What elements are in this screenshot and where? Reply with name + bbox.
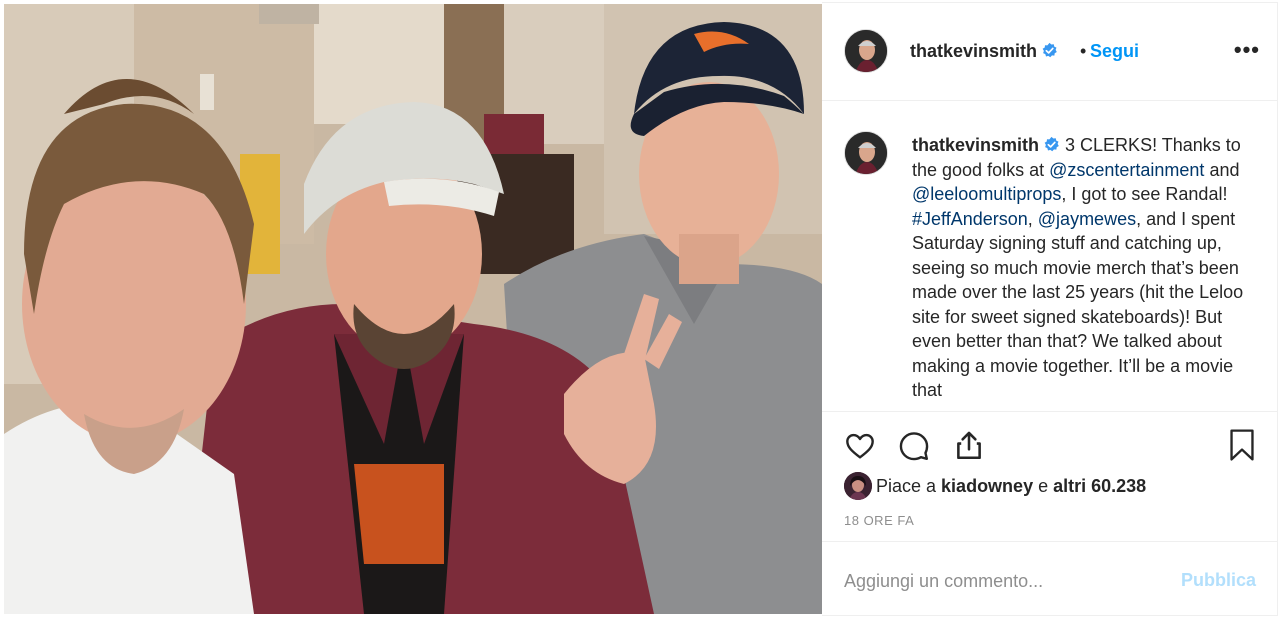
- caption-area: thatkevinsmith 3 CLERKS! Thanks to the g…: [822, 101, 1278, 411]
- likes-prefix: Piace a: [876, 476, 942, 496]
- bookmark-icon[interactable]: [1226, 428, 1258, 462]
- post-timestamp[interactable]: 18 ORE FA: [844, 513, 914, 528]
- post-photo[interactable]: [4, 4, 822, 614]
- caption-text-8: , and I spent Saturday signing stuff and…: [912, 208, 1244, 401]
- avatar-image: [845, 30, 887, 72]
- comment-icon[interactable]: [898, 430, 930, 462]
- separator-dot: •: [1080, 41, 1087, 61]
- verified-badge-icon: [1044, 136, 1059, 152]
- heart-icon[interactable]: [844, 430, 876, 462]
- publish-button[interactable]: Pubblica: [1181, 570, 1256, 591]
- post-header: thatkevinsmith • Segui •••: [822, 3, 1278, 101]
- post-caption: thatkevinsmith 3 CLERKS! Thanks to the g…: [912, 133, 1262, 403]
- mention-link[interactable]: @jaymewes: [1038, 209, 1136, 229]
- comment-input[interactable]: [844, 568, 1164, 594]
- caption-text-2: and: [1204, 159, 1240, 180]
- caption-avatar[interactable]: [844, 131, 888, 175]
- liker-avatar-image: [844, 472, 872, 500]
- profile-avatar[interactable]: [844, 29, 888, 73]
- selfie-image: [4, 4, 822, 614]
- liker-avatar[interactable]: [844, 472, 872, 500]
- follow-button[interactable]: Segui: [1090, 41, 1139, 62]
- likes-count-link[interactable]: altri 60.238: [1053, 476, 1146, 496]
- header-username[interactable]: thatkevinsmith: [910, 41, 1058, 62]
- verified-badge-icon: [1042, 42, 1057, 58]
- post-actions: Piace a kiadowney e altri 60.238 18 ORE …: [822, 411, 1278, 543]
- more-options-icon[interactable]: •••: [1234, 37, 1260, 63]
- share-icon[interactable]: [952, 428, 986, 462]
- post-side-panel: thatkevinsmith • Segui ••• thatkevinsmit…: [822, 2, 1278, 616]
- caption-text-4: , I got to see Randal!: [1061, 184, 1228, 204]
- mention-link[interactable]: @zscentertainment: [1049, 160, 1204, 180]
- hashtag-link[interactable]: #JeffAnderson: [912, 209, 1028, 229]
- caption-text-6: ,: [1027, 208, 1038, 229]
- likes-text: Piace a kiadowney e altri 60.238: [876, 476, 1146, 497]
- caption-username[interactable]: thatkevinsmith: [912, 135, 1060, 155]
- avatar-image: [845, 132, 887, 174]
- header-username-text[interactable]: thatkevinsmith: [910, 41, 1037, 61]
- mention-link[interactable]: @leeloomultiprops: [912, 184, 1061, 204]
- likes-middle: e: [1033, 476, 1054, 496]
- caption-username-text[interactable]: thatkevinsmith: [912, 135, 1039, 155]
- liker-username[interactable]: kiadowney: [941, 476, 1033, 496]
- comment-bar: Pubblica: [822, 541, 1278, 617]
